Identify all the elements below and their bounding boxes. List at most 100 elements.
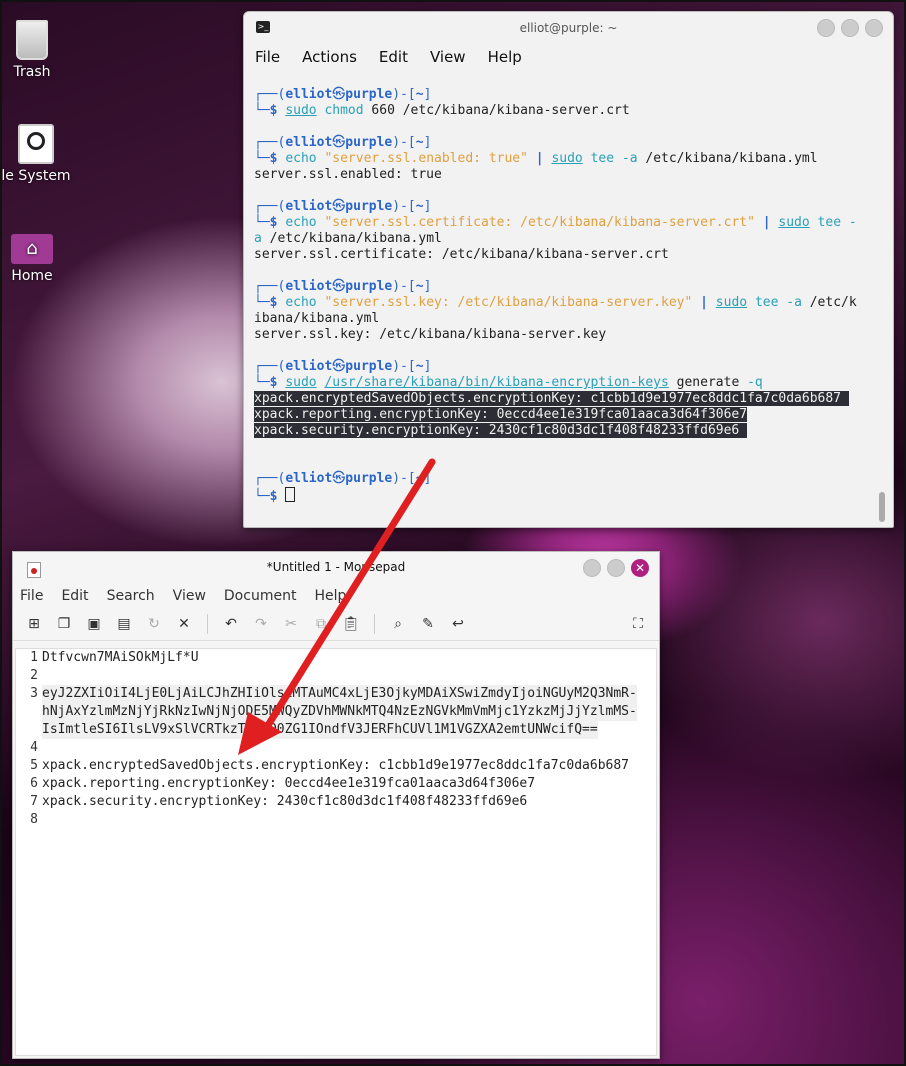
paste-icon[interactable]: 📋︎ [340, 613, 362, 635]
terminal-titlebar[interactable]: >_ elliot@purple: ~ [244, 12, 893, 44]
line-number [16, 703, 42, 721]
command-output: server.ssl.certificate: /etc/kibana/kiba… [254, 247, 669, 262]
menu-help[interactable]: Help [485, 46, 525, 68]
prompt-path: ~ [415, 279, 424, 294]
desktop-icon-file-system[interactable]: le System [0, 124, 72, 184]
menu-edit[interactable]: Edit [58, 586, 91, 606]
line-number: 4 [30, 740, 38, 755]
prompt-user: elliot [285, 87, 333, 102]
prompt-corner: └─ [254, 489, 270, 504]
save-as-icon[interactable]: ▤ [113, 613, 135, 635]
prompt-host: purple [345, 199, 393, 214]
line-number: 2 [30, 668, 38, 683]
prompt-corner: )-[ [392, 279, 416, 294]
terminal-line: server.ssl.certificate: /etc/kibana/kiba… [254, 247, 873, 263]
prompt-corner: ] [423, 87, 432, 102]
terminal-window[interactable]: >_ elliot@purple: ~ File Actions Edit Vi… [243, 11, 894, 528]
prompt-dollar: $ [269, 151, 286, 166]
new-window-icon[interactable]: ❐ [53, 613, 75, 635]
close-button[interactable] [865, 19, 883, 37]
command-token: tee [590, 151, 615, 166]
line-number: 7 [30, 794, 38, 809]
terminal-line: server.ssl.key: /etc/kibana/kibana-serve… [254, 327, 873, 343]
menu-edit[interactable]: Edit [376, 46, 411, 68]
new-document-icon[interactable]: ⊞ [23, 613, 45, 635]
command-token [692, 295, 700, 310]
find-icon[interactable]: ⌕ [387, 613, 409, 635]
prompt-corner: ] [423, 359, 432, 374]
copy-icon[interactable]: ⧉ [310, 613, 332, 635]
editor-line: 4 [16, 739, 656, 757]
terminal-line: ┌──(elliot㉿purple)-[~] [254, 199, 873, 215]
prompt-path: ~ [415, 471, 424, 486]
line-text: eyJ2ZXIiOiI4LjE0LjAiLCJhZHIiOlsiMTAuMC4x… [42, 685, 637, 703]
prompt-corner: └─ [254, 103, 270, 118]
prompt-corner: )-[ [392, 359, 416, 374]
line-text: xpack.reporting.encryptionKey: 0eccd4ee1… [42, 776, 536, 791]
editor-line: 3 eyJ2ZXIiOiI4LjE0LjAiLCJhZHIiOlsiMTAuMC4… [16, 685, 656, 703]
terminal-line: ┌──(elliot㉿purple)-[~] [254, 359, 873, 375]
prompt-host: purple [345, 87, 393, 102]
command-token: - [848, 215, 857, 230]
mousepad-window[interactable]: *Untitled 1 - Mousepad ✕ File Edit Searc… [12, 551, 660, 1059]
close-document-icon[interactable]: ✕ [173, 613, 195, 635]
prompt-at: ㉿ [332, 135, 346, 150]
menu-search[interactable]: Search [104, 586, 158, 606]
cut-icon[interactable]: ✂ [280, 613, 302, 635]
minimize-button[interactable] [817, 19, 835, 37]
menu-help[interactable]: Help [311, 586, 349, 606]
close-icon[interactable]: ✕ [631, 559, 649, 577]
replace-icon[interactable]: ✎ [417, 613, 439, 635]
prompt-host: purple [345, 471, 393, 486]
text-editor-area[interactable]: 1 Dtfvcwn7MAiSOkMjLf*U 2 3 eyJ2ZXIiOiI4LjE0L… [15, 648, 657, 1056]
mousepad-toolbar: ⊞ ❐ ▣ ▤ ↻ ✕ ↶ ↷ ✂ ⧉ 📋︎ ⌕ ✎ ↩ ⛶ [13, 608, 659, 641]
home-folder-icon: ⌂ [11, 234, 53, 264]
maximize-button[interactable] [841, 19, 859, 37]
command-token: | [700, 295, 708, 310]
minimize-button[interactable] [583, 559, 601, 577]
prompt-corner: ] [423, 135, 432, 150]
prompt-user: elliot [285, 279, 333, 294]
command-token: ibana/kibana.yml [254, 311, 380, 326]
menu-view[interactable]: View [170, 586, 209, 606]
undo-icon[interactable]: ↶ [220, 613, 242, 635]
prompt-corner: ] [423, 279, 432, 294]
terminal-line: server.ssl.enabled: true [254, 167, 873, 183]
prompt-corner: └─ [254, 375, 270, 390]
menu-file[interactable]: File [17, 586, 46, 606]
prompt-corner: ┌──( [254, 471, 286, 486]
fullscreen-icon[interactable]: ⛶ [627, 613, 649, 635]
command-token [841, 215, 849, 230]
redo-icon[interactable]: ↷ [250, 613, 272, 635]
menu-file[interactable]: File [252, 46, 283, 68]
prompt-corner: )-[ [392, 87, 416, 102]
terminal-line: └─$ sudo /usr/share/kibana/bin/kibana-en… [254, 375, 873, 391]
reload-icon[interactable]: ↻ [143, 613, 165, 635]
prompt-corner: ┌──( [254, 135, 286, 150]
desktop-icon-trash[interactable]: Trash [0, 20, 68, 80]
command-token: tee [754, 295, 779, 310]
command-token: echo [285, 151, 317, 166]
prompt-path: ~ [415, 135, 424, 150]
goto-icon[interactable]: ↩ [447, 613, 469, 635]
prompt-at: ㉿ [332, 359, 346, 374]
save-icon[interactable]: ▣ [83, 613, 105, 635]
mousepad-menubar: File Edit Search View Document Help [13, 584, 659, 608]
desktop-icon-home[interactable]: ⌂ Home [0, 234, 68, 284]
menu-actions[interactable]: Actions [299, 46, 360, 68]
trash-icon [16, 20, 48, 60]
terminal-scrollbar[interactable] [879, 492, 885, 522]
terminal-line: a /etc/kibana/kibana.yml [254, 231, 873, 247]
terminal-title: elliot@purple: ~ [519, 21, 618, 35]
command-token: /etc/k [801, 295, 857, 310]
mousepad-titlebar[interactable]: *Untitled 1 - Mousepad ✕ [13, 552, 659, 584]
line-number: 3 [30, 686, 38, 701]
command-output: server.ssl.key: /etc/kibana/kibana-serve… [254, 327, 607, 342]
maximize-button[interactable] [607, 559, 625, 577]
menu-view[interactable]: View [427, 46, 469, 68]
terminal-line: └─$ sudo chmod 660 /etc/kibana/kibana-se… [254, 103, 873, 119]
terminal-output[interactable]: ┌──(elliot㉿purple)-[~] └─$ sudo chmod 660… [254, 87, 873, 504]
menu-document[interactable]: Document [221, 586, 300, 606]
